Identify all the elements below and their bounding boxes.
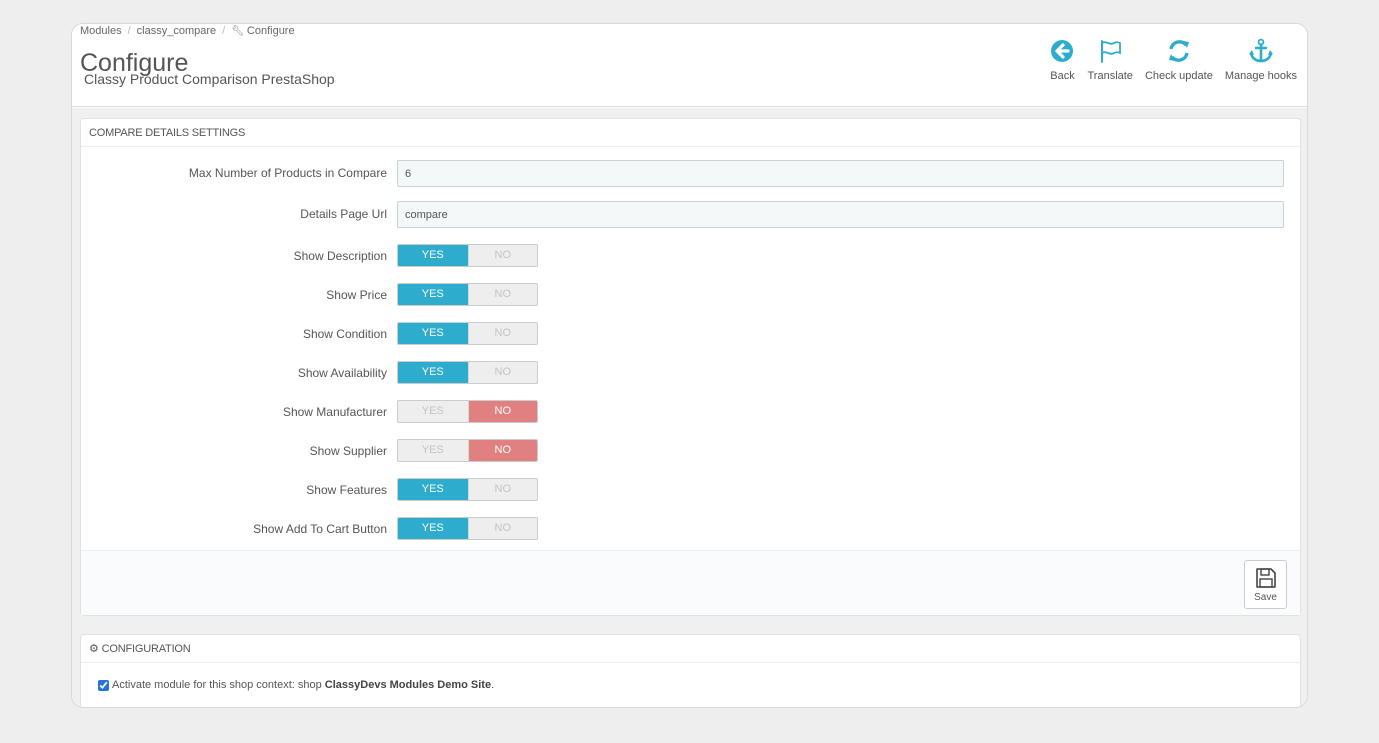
yes-option[interactable]: YES	[398, 284, 468, 305]
breadcrumb-separator: /	[127, 25, 131, 37]
translate-label: Translate	[1087, 70, 1133, 82]
show-condition-row: Show Condition YES NO	[81, 322, 1300, 349]
yes-option[interactable]: YES	[398, 362, 468, 383]
yes-option[interactable]: YES	[398, 401, 468, 422]
back-arrow-icon	[1051, 40, 1074, 62]
yes-option[interactable]: YES	[398, 440, 468, 461]
no-option[interactable]: NO	[467, 362, 538, 383]
check-update-label: Check update	[1144, 70, 1213, 82]
toolbar: Back Translate Check update Manage hooks	[1043, 38, 1303, 82]
show-condition-switch[interactable]: YES NO	[397, 322, 538, 345]
save-label: Save	[1254, 591, 1277, 603]
show-manufacturer-label: Show Manufacturer	[282, 405, 387, 419]
breadcrumb-modules[interactable]: Modules	[80, 25, 122, 37]
show-price-switch[interactable]: YES NO	[397, 283, 538, 306]
show-availability-row: Show Availability YES NO	[81, 361, 1300, 388]
back-label: Back	[1050, 70, 1075, 82]
show-add-to-cart-button-switch[interactable]: YES NO	[397, 517, 538, 540]
show-availability-label: Show Availability	[297, 366, 387, 380]
no-option[interactable]: NO	[467, 284, 538, 305]
show-features-switch[interactable]: YES NO	[397, 478, 538, 501]
wrench-icon: 🔧︎	[231, 26, 244, 37]
breadcrumb: Modules / classy_compare / 🔧︎ Configure	[80, 25, 295, 37]
show-price-row: Show Price YES NO	[81, 283, 1300, 310]
no-option[interactable]: NO	[467, 323, 538, 344]
yes-option[interactable]: YES	[398, 323, 468, 344]
flag-icon	[1101, 40, 1122, 63]
content-area: COMPARE DETAILS SETTINGS Max Number of P…	[72, 108, 1307, 707]
no-option[interactable]: NO	[467, 245, 538, 266]
shop-name: ClassyDevs Modules Demo Site	[324, 679, 492, 691]
no-option[interactable]: NO	[467, 440, 537, 461]
show-condition-label: Show Condition	[302, 327, 387, 341]
breadcrumb-configure: Configure	[246, 25, 295, 37]
show-manufacturer-switch[interactable]: YES NO	[397, 400, 538, 423]
no-option[interactable]: NO	[467, 479, 538, 500]
show-description-switch[interactable]: YES NO	[397, 244, 538, 267]
gears-icon: ⚙	[89, 643, 99, 655]
show-supplier-label: Show Supplier	[309, 444, 387, 458]
activate-text: Activate module for this shop context: s…	[112, 679, 322, 691]
show-description-row: Show Description YES NO	[81, 244, 1300, 271]
manage-hooks-label: Manage hooks	[1224, 70, 1297, 82]
activate-module-row: Activate module for this shop context: s…	[98, 679, 494, 691]
show-add-to-cart-button-label: Show Add To Cart Button	[253, 522, 387, 536]
details-url-row: Details Page Url	[81, 201, 1300, 228]
breadcrumb-classy-compare[interactable]: classy_compare	[137, 25, 216, 37]
page-header: Modules / classy_compare / 🔧︎ Configure Confi…	[72, 24, 1307, 107]
page-subtitle: Classy Product Comparison PrestaShop	[84, 71, 335, 87]
no-option[interactable]: NO	[467, 401, 537, 422]
panel-footer: Save	[81, 550, 1300, 615]
refresh-icon	[1168, 40, 1189, 62]
configuration-panel: ⚙ CONFIGURATION Activate module for this …	[80, 634, 1301, 707]
show-price-label: Show Price	[326, 288, 387, 302]
configuration-heading: CONFIGURATION	[101, 643, 191, 655]
activate-suffix: .	[491, 679, 495, 691]
yes-option[interactable]: YES	[398, 479, 468, 500]
show-manufacturer-row: Show Manufacturer YES NO	[81, 400, 1300, 427]
module-configure-page: Modules / classy_compare / 🔧︎ Configure Confi…	[71, 23, 1308, 708]
activate-module-checkbox[interactable]	[98, 679, 109, 691]
no-option[interactable]: NO	[467, 518, 538, 539]
check-update-button[interactable]: Check update	[1139, 38, 1219, 82]
show-availability-switch[interactable]: YES NO	[397, 361, 538, 384]
compare-settings-panel: COMPARE DETAILS SETTINGS Max Number of P…	[80, 118, 1301, 616]
translate-button[interactable]: Translate	[1081, 38, 1138, 82]
yes-option[interactable]: YES	[398, 518, 468, 539]
show-supplier-switch[interactable]: YES NO	[397, 439, 538, 462]
save-button[interactable]: Save	[1244, 560, 1287, 609]
show-features-label: Show Features	[306, 483, 387, 497]
panel-heading: ⚙ CONFIGURATION	[81, 635, 1300, 663]
show-add-to-cart-button-row: Show Add To Cart Button YES NO	[81, 517, 1300, 544]
floppy-disk-icon	[1255, 567, 1276, 588]
details-url-input[interactable]	[397, 201, 1284, 228]
show-supplier-row: Show Supplier YES NO	[81, 439, 1300, 466]
details-url-label: Details Page Url	[300, 207, 387, 221]
max-products-row: Max Number of Products in Compare	[81, 160, 1300, 187]
anchor-icon	[1248, 38, 1273, 63]
max-products-input[interactable]	[397, 160, 1284, 187]
manage-hooks-button[interactable]: Manage hooks	[1219, 38, 1303, 82]
max-products-label: Max Number of Products in Compare	[188, 166, 387, 180]
breadcrumb-separator: /	[222, 25, 226, 37]
yes-option[interactable]: YES	[398, 245, 468, 266]
panel-heading: COMPARE DETAILS SETTINGS	[81, 119, 1300, 147]
show-features-row: Show Features YES NO	[81, 478, 1300, 505]
back-button[interactable]: Back	[1043, 38, 1081, 82]
show-description-label: Show Description	[293, 249, 387, 263]
